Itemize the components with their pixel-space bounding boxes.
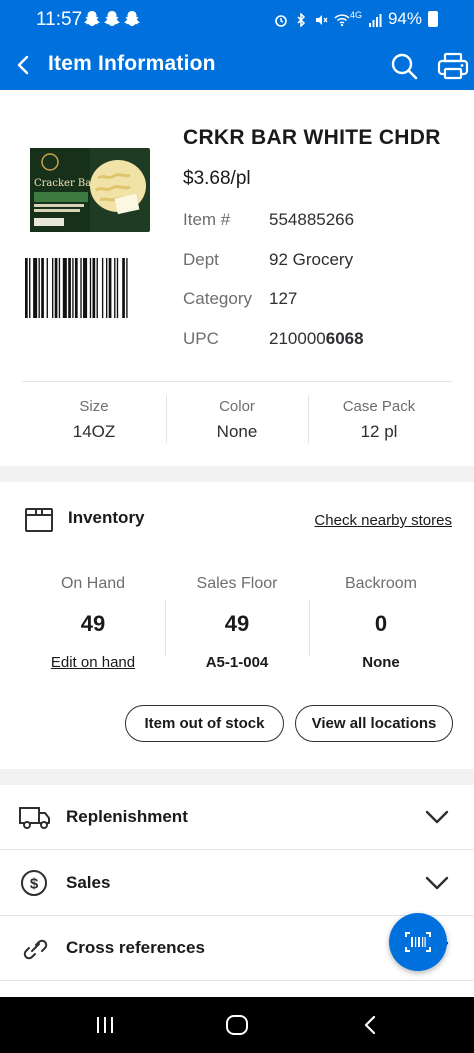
section-gap [0, 466, 474, 482]
item-out-of-stock-button[interactable]: Item out of stock [125, 705, 284, 742]
backroom-label: Backroom [344, 575, 418, 592]
dept-label: Dept [183, 250, 219, 269]
color-value: None [216, 422, 258, 441]
size-value: 14OZ [72, 422, 116, 441]
upc-suffix: 6068 [325, 329, 364, 348]
sales-title: Sales [66, 873, 111, 892]
case-pack-label: Case Pack [342, 398, 416, 415]
app-bar: Item Information [0, 40, 474, 90]
home-icon[interactable] [224, 1013, 250, 1037]
signal-icon [368, 12, 382, 27]
cross-references-title: Cross references [66, 938, 205, 957]
snapchat-icon [84, 10, 100, 27]
bluetooth-icon [294, 12, 308, 28]
section-gap [0, 769, 474, 785]
replenishment-title: Replenishment [66, 807, 188, 826]
item-number-value: 554885266 [269, 210, 355, 229]
divider [22, 381, 452, 382]
upc-value: 2100006068 [269, 329, 364, 349]
barcode-image [24, 258, 158, 318]
size-label: Size [79, 398, 109, 415]
mute-icon [314, 12, 328, 26]
battery-icon [428, 11, 438, 27]
chevron-down-icon [424, 872, 450, 894]
system-nav-bar [0, 997, 474, 1053]
snapchat-icon [104, 10, 120, 27]
recent-apps-icon[interactable] [92, 1013, 118, 1037]
inventory-title: Inventory [68, 508, 145, 527]
back-icon[interactable] [358, 1013, 384, 1037]
backroom-location: None [362, 654, 400, 671]
wifi-icon [334, 12, 350, 27]
svg-text:$: $ [30, 876, 39, 893]
dollar-icon: $ [18, 868, 52, 898]
barcode-scan-icon [405, 932, 431, 952]
item-price: $3.68/pl [183, 168, 251, 189]
link-icon [18, 933, 52, 963]
replenishment-section[interactable]: Replenishment [0, 785, 474, 850]
product-image: Cracker Barrel [30, 146, 150, 234]
category-value: 127 [269, 289, 298, 308]
snapchat-icon [124, 10, 140, 27]
item-number-label: Item # [183, 210, 231, 229]
upc-label: UPC [183, 329, 219, 348]
truck-icon [18, 802, 52, 832]
status-bar: 11:57 4G 94% [0, 0, 474, 40]
sales-floor-value: 49 [224, 611, 250, 636]
page-title: Item Information [48, 52, 216, 75]
chevron-down-icon [424, 806, 450, 828]
network-type: 4G [349, 10, 362, 20]
search-icon[interactable] [388, 50, 420, 82]
color-label: Color [219, 398, 255, 415]
view-all-locations-button[interactable]: View all locations [295, 705, 453, 742]
sales-section[interactable]: $ Sales [0, 851, 474, 916]
edit-on-hand-link[interactable]: Edit on hand [21, 654, 165, 671]
on-hand-value: 49 [80, 611, 106, 636]
check-nearby-stores-link[interactable]: Check nearby stores [314, 512, 452, 529]
back-arrow-icon[interactable] [10, 50, 40, 80]
battery-percent: 94% [387, 9, 422, 28]
sales-floor-location: A5-1-004 [205, 654, 269, 671]
scan-barcode-button[interactable] [389, 913, 447, 971]
upc-prefix: 210000 [269, 329, 326, 348]
on-hand-label: On Hand [60, 575, 126, 592]
category-label: Category [183, 289, 252, 308]
notification-icons [84, 10, 140, 27]
dept-value: 92 Grocery [269, 250, 354, 269]
sales-floor-label: Sales Floor [196, 575, 278, 592]
system-icons: 4G 94% [274, 9, 438, 29]
backroom-value: 0 [374, 611, 388, 636]
item-name: CRKR BAR WHITE CHDR [183, 126, 441, 149]
case-pack-value: 12 pl [360, 422, 398, 441]
printer-icon[interactable] [436, 50, 470, 82]
status-time: 11:57 [36, 9, 83, 30]
box-icon [24, 506, 54, 534]
alarm-icon [274, 12, 288, 27]
